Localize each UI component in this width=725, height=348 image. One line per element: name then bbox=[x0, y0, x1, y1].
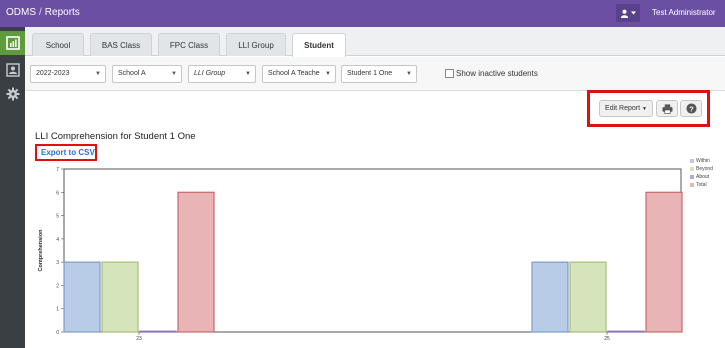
y-tick-label: 7 bbox=[56, 167, 59, 173]
bar-beyond-23 bbox=[101, 261, 139, 333]
y-tick-label: 4 bbox=[56, 237, 59, 243]
y-tick-label: 0 bbox=[56, 330, 59, 336]
chart-legend: Within Beyond About Total bbox=[690, 157, 713, 189]
legend-label: Beyond bbox=[696, 166, 713, 172]
legend-swatch bbox=[690, 175, 694, 179]
legend-item-beyond[interactable]: Beyond bbox=[690, 165, 713, 173]
bar-within-23 bbox=[63, 261, 101, 333]
legend-swatch bbox=[690, 167, 694, 171]
bar-total-25 bbox=[645, 191, 683, 333]
bar-about-23 bbox=[139, 330, 177, 333]
x-tick-label: 23 bbox=[136, 336, 142, 342]
y-tick-label: 3 bbox=[56, 260, 59, 266]
y-tick-label: 2 bbox=[56, 283, 59, 289]
legend-item-total[interactable]: Total bbox=[690, 181, 713, 189]
legend-item-about[interactable]: About bbox=[690, 173, 713, 181]
legend-swatch bbox=[690, 159, 694, 163]
y-axis-label: Comprehension bbox=[38, 229, 44, 272]
y-tick-label: 6 bbox=[56, 190, 59, 196]
bar-about-25 bbox=[607, 330, 645, 333]
legend-label: Within bbox=[696, 158, 710, 164]
legend-label: About bbox=[696, 174, 710, 180]
comprehension-chart: 01234567Comprehension23 25 bbox=[38, 167, 683, 342]
x-tick-label: 25 bbox=[604, 336, 610, 342]
legend-item-within[interactable]: Within bbox=[690, 157, 713, 165]
legend-label: Total bbox=[696, 182, 707, 188]
y-tick-label: 5 bbox=[56, 214, 59, 220]
bar-beyond-25 bbox=[569, 261, 607, 333]
legend-swatch bbox=[690, 183, 694, 187]
bar-total-23 bbox=[177, 191, 215, 333]
bar-within-25 bbox=[531, 261, 569, 333]
y-tick-label: 1 bbox=[56, 307, 59, 313]
